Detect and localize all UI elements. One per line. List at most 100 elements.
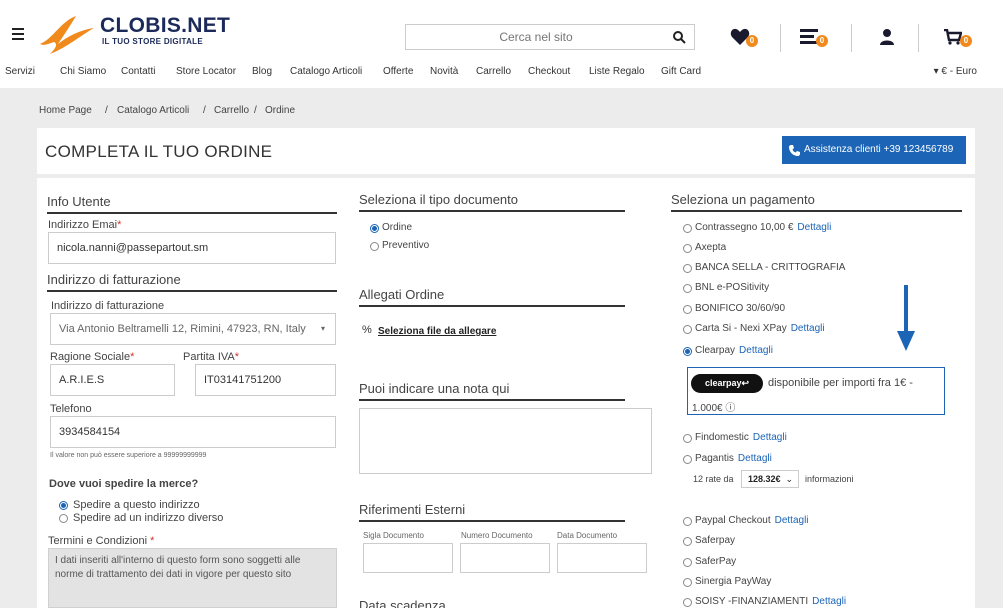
attach-file-link[interactable]: Seleziona file da allegare — [378, 326, 496, 337]
breadcrumb-catalogo[interactable]: Catalogo Articoli — [117, 105, 189, 116]
search-input[interactable] — [406, 25, 666, 49]
company-name-label-text: Ragione Sociale — [50, 351, 131, 363]
document-type-heading: Seleziona il tipo documento — [359, 192, 518, 207]
page-title: COMPLETA IL TUO ORDINE — [45, 142, 273, 161]
menu-icon[interactable] — [12, 28, 24, 43]
breadcrumb-separator: / — [203, 105, 206, 116]
payment-label-soisy: SOISY -FINANZIAMENTI — [695, 596, 809, 607]
email-label-text: Indirizzo Emai — [48, 219, 118, 231]
payment-radio-contrassegno[interactable] — [683, 224, 692, 233]
company-name-field[interactable]: A.R.I.E.S — [50, 364, 175, 396]
nav-item-carrello[interactable]: Carrello — [476, 66, 511, 77]
payment-radio-findomestic[interactable] — [683, 434, 692, 443]
email-field[interactable]: nicola.nanni@passepartout.sm — [48, 232, 336, 264]
checkout-form-panel: Info Utente Indirizzo Emai* nicola.nanni… — [37, 178, 975, 608]
installments-info-link[interactable]: informazioni — [805, 474, 854, 484]
payment-option-paypal: Paypal Checkout Dettagli — [695, 515, 809, 526]
doc-number-field[interactable] — [460, 543, 550, 573]
payment-option-findomestic: Findomestic Dettagli — [695, 432, 787, 443]
payment-radio-banca-sella[interactable] — [683, 264, 692, 273]
terms-text-box: I dati inseriti all'interno di questo fo… — [48, 548, 337, 608]
vat-number-field[interactable]: IT03141751200 — [195, 364, 336, 396]
wishlist-button[interactable]: 0 — [730, 26, 760, 50]
attachments-heading: Allegati Ordine — [359, 287, 445, 302]
document-type-order-radio[interactable] — [370, 224, 379, 233]
nav-item-chi-siamo[interactable]: Chi Siamo — [60, 66, 106, 77]
compare-button[interactable]: 0 — [800, 26, 830, 50]
payment-radio-bnl[interactable] — [683, 284, 692, 293]
section-rule — [359, 520, 625, 522]
payment-details-link[interactable]: Dettagli — [753, 432, 787, 443]
cart-button[interactable]: 0 — [944, 26, 974, 50]
order-note-textarea[interactable] — [359, 408, 652, 474]
site-logo[interactable]: CLOBIS.NET IL TUO STORE DIGITALE — [36, 14, 230, 54]
installment-amount-select[interactable]: 128.32€ ⌄ — [741, 470, 799, 488]
payment-option-clearpay: Clearpay Dettagli — [695, 345, 773, 356]
billing-heading: Indirizzo di fatturazione — [47, 272, 181, 287]
payment-radio-carta-si[interactable] — [683, 325, 692, 334]
ship-same-address-radio[interactable] — [59, 501, 68, 510]
cart-count-badge: 0 — [960, 35, 972, 47]
breadcrumb-separator: / — [105, 105, 108, 116]
payment-details-link[interactable]: Dettagli — [738, 453, 772, 464]
payment-option-bonifico: BONIFICO 30/60/90 — [695, 303, 786, 314]
account-button[interactable] — [880, 26, 910, 50]
payment-radio-pagantis[interactable] — [683, 455, 692, 464]
payment-radio-axepta[interactable] — [683, 244, 692, 253]
nav-item-store-locator[interactable]: Store Locator — [176, 66, 236, 77]
doc-code-field[interactable] — [363, 543, 453, 573]
billing-address-select[interactable]: Via Antonio Beltramelli 12, Rimini, 4792… — [50, 313, 336, 345]
payment-label-paypal: Paypal Checkout — [695, 515, 771, 526]
payment-details-link[interactable]: Dettagli — [791, 323, 825, 334]
nav-item-gift-card[interactable]: Gift Card — [661, 66, 701, 77]
clearpay-range-max: 1.000€ ⓘ — [692, 403, 736, 414]
nav-item-contatti[interactable]: Contatti — [121, 66, 155, 77]
nav-item-servizi[interactable]: Servizi — [5, 66, 35, 77]
search-icon[interactable] — [672, 30, 686, 44]
nav-item-checkout[interactable]: Checkout — [528, 66, 570, 77]
payment-radio-saferpay[interactable] — [683, 537, 692, 546]
payment-radio-paypal[interactable] — [683, 517, 692, 526]
ship-other-address-label: Spedire ad un indirizzo diverso — [73, 512, 224, 524]
due-date-heading: Data scadenza — [359, 598, 446, 608]
payment-option-carta-si: Carta Si - Nexi XPay Dettagli — [695, 323, 825, 334]
nav-item-blog[interactable]: Blog — [252, 66, 272, 77]
breadcrumb-home[interactable]: Home Page — [39, 105, 92, 116]
section-rule — [671, 210, 962, 212]
payment-details-link[interactable]: Dettagli — [775, 515, 809, 526]
nav-item-catalogo[interactable]: Catalogo Articoli — [290, 66, 362, 77]
nav-item-novita[interactable]: Novità — [430, 66, 458, 77]
payment-radio-sinergia[interactable] — [683, 578, 692, 587]
breadcrumb-carrello[interactable]: Carrello — [214, 105, 249, 116]
phone-icon — [789, 145, 800, 156]
nav-item-offerte[interactable]: Offerte — [383, 66, 413, 77]
doc-date-field[interactable] — [557, 543, 647, 573]
breadcrumb-separator: / — [254, 105, 257, 116]
vat-number-label-text: Partita IVA — [183, 351, 235, 363]
payment-details-link[interactable]: Dettagli — [739, 345, 773, 356]
currency-selector[interactable]: ▾ € - Euro — [934, 66, 977, 77]
company-name-label: Ragione Sociale* — [50, 351, 135, 363]
ship-other-address-radio[interactable] — [59, 514, 68, 523]
document-type-quote-radio[interactable] — [370, 242, 379, 251]
payment-radio-bonifico[interactable] — [683, 305, 692, 314]
payment-option-bnl: BNL e-POSitivity — [695, 282, 770, 293]
phone-field[interactable]: 3934584154 — [50, 416, 336, 448]
note-heading: Puoi indicare una nota qui — [359, 381, 510, 396]
compare-count-badge: 0 — [816, 35, 828, 47]
payment-details-link[interactable]: Dettagli — [797, 222, 831, 233]
payment-radio-saferpay-2[interactable] — [683, 558, 692, 567]
customer-support-button[interactable]: Assistenza clienti +39 123456789 — [782, 136, 966, 164]
billing-address-value: Via Antonio Beltramelli 12, Rimini, 4792… — [59, 323, 306, 335]
payment-radio-clearpay[interactable] — [683, 347, 692, 356]
payment-details-link[interactable]: Dettagli — [812, 596, 846, 607]
header-divider — [851, 24, 852, 52]
logo-tagline: IL TUO STORE DIGITALE — [102, 37, 203, 46]
external-refs-heading: Riferimenti Esterni — [359, 502, 466, 517]
nav-item-liste-regalo[interactable]: Liste Regalo — [589, 66, 645, 77]
payment-radio-soisy[interactable] — [683, 598, 692, 607]
phone-hint: Il valore non può essere superiore a 999… — [50, 452, 207, 459]
clearpay-logo: clearpay↩ — [691, 374, 763, 393]
header-divider — [918, 24, 919, 52]
vat-number-label: Partita IVA* — [183, 351, 240, 363]
